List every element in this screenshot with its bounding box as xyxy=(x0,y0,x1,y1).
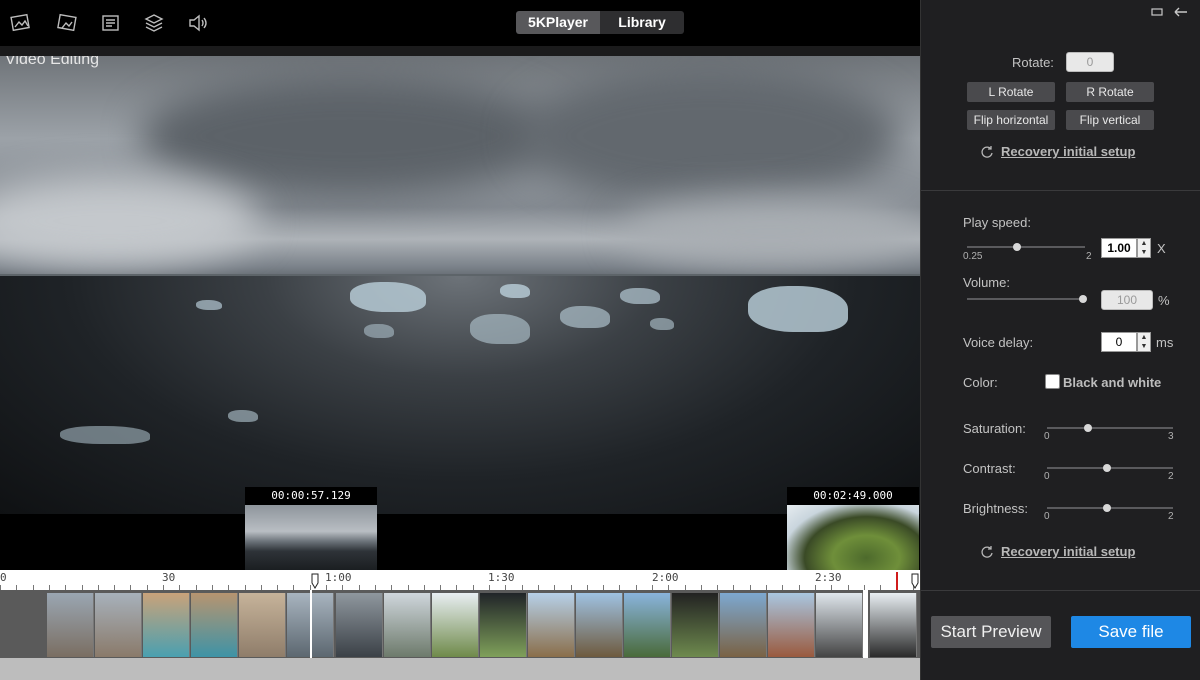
play-speed-unit: X xyxy=(1157,241,1166,256)
refresh-icon xyxy=(981,146,993,158)
start-trim-handle[interactable] xyxy=(311,573,319,589)
r-rotate-button[interactable]: R Rotate xyxy=(1066,82,1154,102)
list-icon[interactable] xyxy=(100,12,122,34)
horizontal-scrollbar[interactable] xyxy=(0,658,920,680)
saturation-min: 0 xyxy=(1044,431,1050,442)
brightness-label: Brightness: xyxy=(963,501,1029,516)
end-marker-thumbnail: 00:02:49.000 xyxy=(787,487,919,571)
start-preview-button[interactable]: Start Preview xyxy=(931,616,1051,648)
contrast-label: Contrast: xyxy=(963,461,1016,476)
flip-vertical-button[interactable]: Flip vertical xyxy=(1066,110,1154,130)
filmstrip-frame xyxy=(624,593,671,657)
volume-unit: % xyxy=(1158,293,1170,308)
rotate-label: Rotate: xyxy=(1012,55,1054,70)
filmstrip-frame xyxy=(576,593,623,657)
audio-icon[interactable] xyxy=(187,12,209,34)
start-marker-time: 00:00:57.129 xyxy=(271,489,351,502)
back-arrow-icon[interactable] xyxy=(1174,6,1188,18)
play-speed-min: 0.25 xyxy=(963,251,983,262)
video-preview[interactable]: Video Editing xyxy=(0,56,920,514)
play-speed-input[interactable]: 1.00 xyxy=(1101,238,1137,258)
ruler-label: 1:30 xyxy=(488,571,515,584)
end-marker-time: 00:02:49.000 xyxy=(813,489,893,502)
save-file-button[interactable]: Save file xyxy=(1071,616,1191,648)
filmstrip-frame xyxy=(191,593,238,657)
layers-icon[interactable] xyxy=(143,12,165,34)
saturation-knob[interactable] xyxy=(1084,424,1092,432)
restore-window-icon[interactable] xyxy=(1150,6,1164,18)
play-speed-max: 2 xyxy=(1086,251,1092,262)
filmstrip-frame xyxy=(47,593,94,657)
filmstrip-frame xyxy=(143,593,190,657)
divider xyxy=(921,190,1200,191)
filmstrip-frame xyxy=(672,593,719,657)
play-speed-track[interactable] xyxy=(967,246,1085,248)
filmstrip-frame xyxy=(816,593,863,657)
play-speed-label: Play speed: xyxy=(963,215,1031,230)
ruler-label: 2:00 xyxy=(652,571,679,584)
brightness-min: 0 xyxy=(1044,511,1050,522)
filmstrip-frame xyxy=(432,593,479,657)
l-rotate-button[interactable]: L Rotate xyxy=(967,82,1055,102)
filmstrip-frame xyxy=(239,593,286,657)
photo-crop-icon[interactable] xyxy=(56,12,78,34)
volume-track[interactable] xyxy=(967,298,1085,300)
filmstrip-frame xyxy=(480,593,527,657)
brightness-max: 2 xyxy=(1168,511,1174,522)
contrast-max: 2 xyxy=(1168,471,1174,482)
contrast-min: 0 xyxy=(1044,471,1050,482)
divider xyxy=(921,590,1200,591)
filmstrip-frame xyxy=(336,593,383,657)
saturation-max: 3 xyxy=(1168,431,1174,442)
volume-label: Volume: xyxy=(963,275,1010,290)
saturation-label: Saturation: xyxy=(963,421,1026,436)
edit-panel: Rotate: 0 L Rotate R Rotate Flip horizon… xyxy=(920,0,1200,680)
main-tabs: 5KPlayer Library xyxy=(516,11,684,34)
filmstrip-frame xyxy=(870,593,917,657)
voice-delay-label: Voice delay: xyxy=(963,335,1034,350)
voice-delay-input[interactable]: 0 xyxy=(1101,332,1137,352)
ruler-label: 2:30 xyxy=(815,571,842,584)
rotate-value-field: 0 xyxy=(1066,52,1114,72)
ruler-label: 0 xyxy=(0,571,7,584)
voice-delay-unit: ms xyxy=(1156,335,1174,350)
photo-edit-icon[interactable] xyxy=(10,12,32,34)
filmstrip-frame xyxy=(384,593,431,657)
top-toolbar: 5KPlayer Library xyxy=(0,0,920,46)
refresh-icon xyxy=(981,546,993,558)
black-and-white-checkbox[interactable] xyxy=(1045,374,1060,389)
color-label: Color: xyxy=(963,375,998,390)
filmstrip-frame xyxy=(720,593,767,657)
contrast-knob[interactable] xyxy=(1103,464,1111,472)
tab-5kplayer[interactable]: 5KPlayer xyxy=(516,11,600,34)
voice-delay-stepper[interactable]: ▲ ▼ xyxy=(1137,332,1151,352)
filmstrip[interactable] xyxy=(0,590,920,658)
playhead[interactable] xyxy=(896,572,898,590)
ruler-label: 30 xyxy=(162,571,176,584)
recovery-initial-setup-link[interactable]: Recovery initial setup xyxy=(1001,544,1135,559)
volume-value-field: 100 xyxy=(1101,290,1153,310)
play-speed-knob[interactable] xyxy=(1013,243,1021,251)
saturation-track[interactable] xyxy=(1047,427,1173,429)
start-marker-thumbnail: 00:00:57.129 xyxy=(245,487,377,571)
timeline-ruler[interactable]: 0 30 1:00 1:30 2:00 2:30 xyxy=(0,570,920,590)
filmstrip-frame xyxy=(528,593,575,657)
filmstrip-frame xyxy=(95,593,142,657)
black-and-white-label: Black and white xyxy=(1063,375,1162,390)
flip-horizontal-button[interactable]: Flip horizontal xyxy=(967,110,1055,130)
ruler-label: 1:00 xyxy=(325,571,352,584)
filmstrip-frame xyxy=(768,593,815,657)
play-speed-stepper[interactable]: ▲ ▼ xyxy=(1137,238,1151,258)
brightness-knob[interactable] xyxy=(1103,504,1111,512)
recovery-initial-setup-link[interactable]: Recovery initial setup xyxy=(1001,144,1135,159)
volume-knob[interactable] xyxy=(1079,295,1087,303)
video-editing-title: Video Editing xyxy=(5,56,99,68)
tab-library[interactable]: Library xyxy=(600,11,684,34)
end-trim-handle[interactable] xyxy=(911,573,919,589)
